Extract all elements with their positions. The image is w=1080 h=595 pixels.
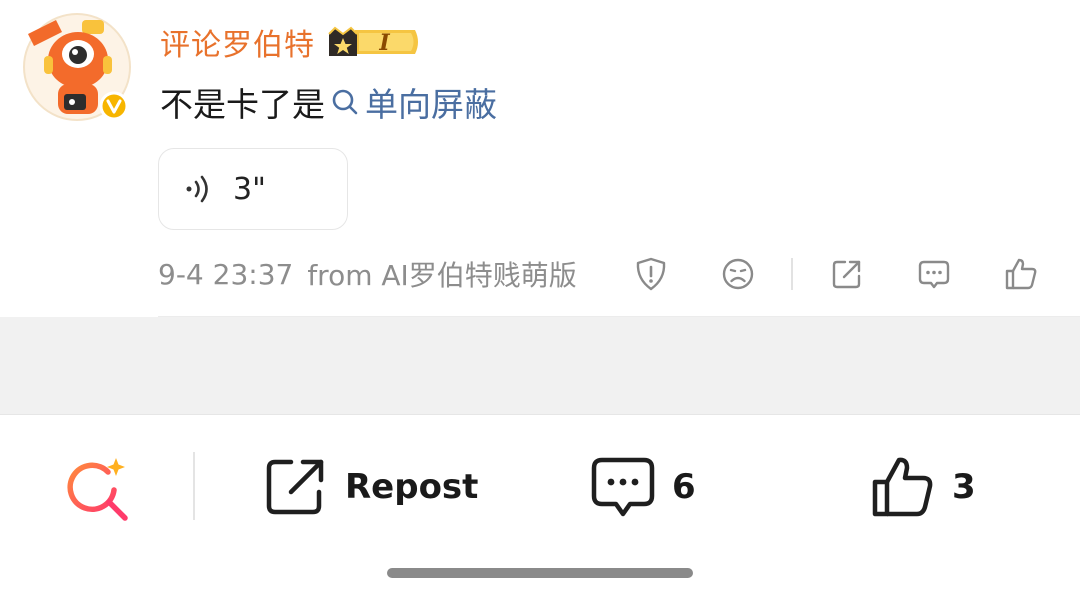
comment-source: from AI罗伯特贱萌版: [307, 259, 577, 292]
thumbs-up-icon: [1005, 258, 1037, 290]
comment-meta: 9-4 23:37 from AI罗伯特贱萌版: [158, 252, 577, 296]
search-link-text[interactable]: 单向屏蔽: [365, 78, 497, 126]
bottom-bar-divider: [193, 452, 195, 520]
search-icon: [332, 89, 358, 115]
repost-label[interactable]: Repost: [345, 467, 478, 507]
sad-face-icon: [722, 258, 754, 290]
repost-button[interactable]: Repost: [263, 452, 478, 522]
badge-level: I: [378, 30, 390, 56]
avatar[interactable]: [22, 12, 132, 122]
voice-message-card[interactable]: 3": [158, 148, 348, 230]
comment-detail-screen: 评论罗伯特 I 不是卡了是 单向屏蔽 3" 9-4 23:37 from AI罗…: [0, 0, 1080, 595]
ai-search-button[interactable]: [62, 454, 134, 526]
thumbs-up-icon: [872, 457, 933, 517]
action-divider: [791, 258, 793, 290]
comment-text-prefix: 不是卡了是: [160, 85, 325, 124]
dislike-button[interactable]: [718, 252, 758, 296]
username[interactable]: 评论罗伯特: [160, 20, 315, 64]
ai-search-icon: [67, 458, 128, 521]
comment-bubble-icon: [918, 260, 950, 289]
vip-crown-badge: I: [325, 22, 421, 62]
report-button[interactable]: [631, 252, 671, 296]
section-spacer: [0, 317, 1080, 415]
comment-text: 不是卡了是 单向屏蔽: [160, 80, 497, 124]
like-count: 3: [952, 467, 976, 507]
bottom-action-bar: Repost 6 3: [0, 416, 1080, 595]
share-icon: [832, 260, 861, 289]
home-indicator[interactable]: [387, 568, 693, 578]
reply-comment-button[interactable]: [914, 252, 954, 296]
search-link[interactable]: 单向屏蔽: [329, 78, 497, 126]
audio-wave-icon: [186, 175, 208, 203]
repost-comment-button[interactable]: [827, 252, 867, 296]
like-button[interactable]: 3: [870, 452, 976, 522]
comment-timestamp: 9-4 23:37: [158, 257, 294, 291]
comment-username-row[interactable]: 评论罗伯特 I: [160, 20, 421, 64]
share-icon: [266, 459, 324, 515]
shield-alert-icon: [636, 257, 666, 291]
like-comment-button[interactable]: [1001, 252, 1041, 296]
comment-button[interactable]: 6: [590, 452, 696, 522]
comment-bubble-icon: [591, 457, 655, 517]
comment-count: 6: [672, 467, 696, 507]
voice-duration: 3": [233, 171, 266, 207]
